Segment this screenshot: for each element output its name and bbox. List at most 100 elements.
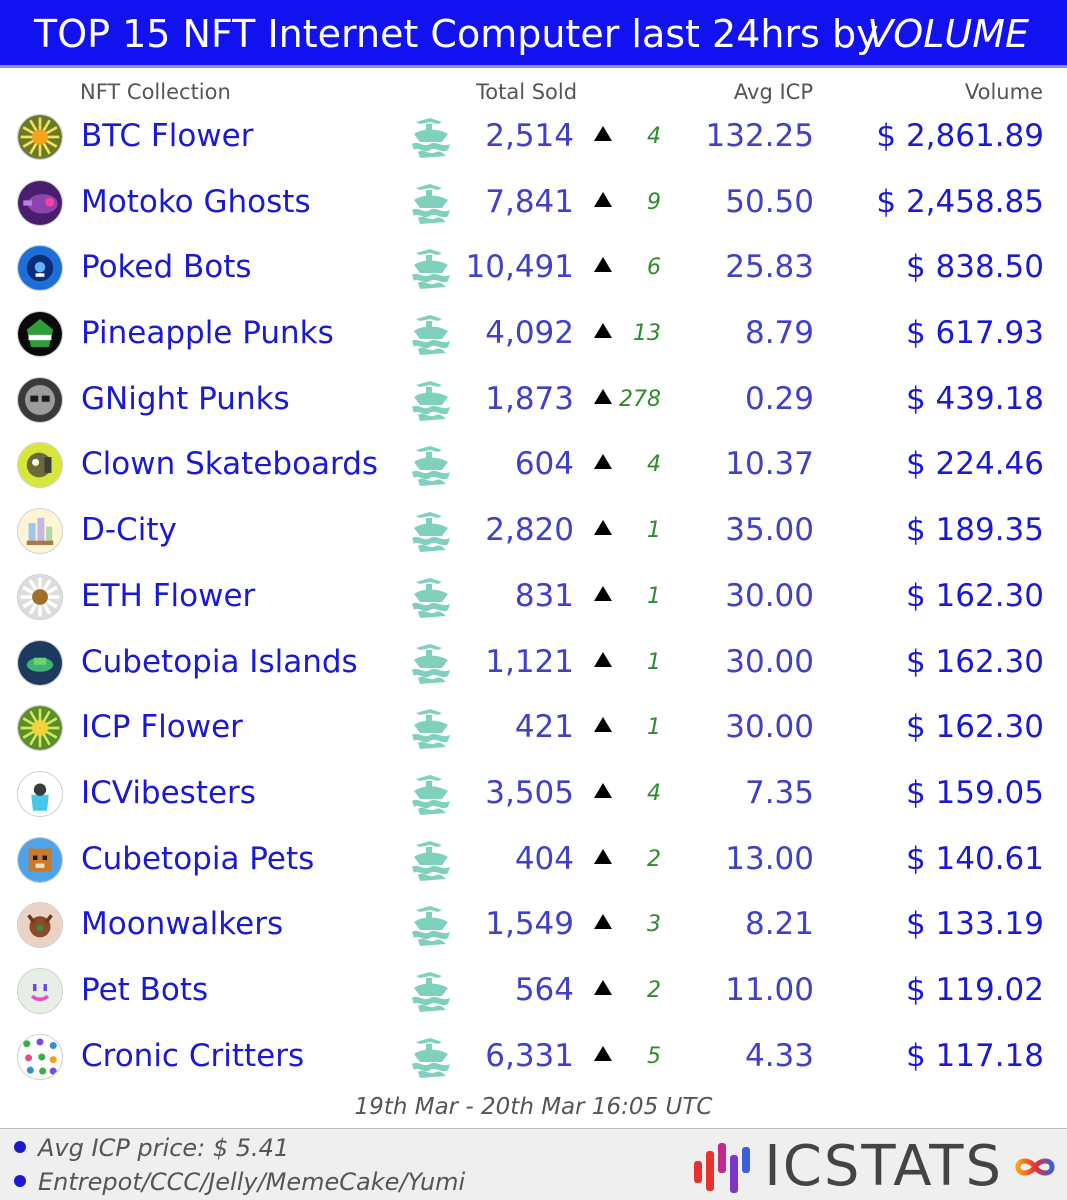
icvibesters-logo-icon [17, 770, 63, 817]
triangle-up-icon [594, 323, 612, 339]
total-sold-value: 1,549 [485, 906, 574, 943]
table-row: Cubetopia Islands 1,121 1 30.00 $ 162.30 [0, 630, 1067, 696]
title-bar: TOP 15 NFT Internet Computer last 24hrs … [0, 0, 1067, 68]
avg-icp-value: 4.33 [744, 1037, 814, 1074]
motoko-ghosts-logo-icon [17, 179, 63, 226]
icp-flower-logo-icon [17, 705, 63, 752]
rank-change-value: 278 [619, 386, 661, 412]
page-title: TOP 15 NFT Internet Computer last 24hrs … [34, 12, 879, 56]
brand-logo: ICSTATS [692, 1137, 1057, 1197]
brand-name: ICSTATS [764, 1134, 1003, 1199]
table-row: D-City 2,820 1 35.00 $ 189.35 [0, 498, 1067, 564]
infinity-icon [1015, 1158, 1055, 1176]
collection-name-link[interactable]: Pineapple Punks [81, 313, 334, 353]
table-row: Moonwalkers 1,549 3 8.21 $ 133.19 [0, 892, 1067, 958]
total-sold-value: 10,491 [465, 249, 574, 286]
entrepot-ship-icon[interactable] [408, 114, 454, 160]
total-sold-value: 404 [514, 840, 574, 877]
avg-icp-value: 30.00 [725, 577, 814, 614]
collection-name-link[interactable]: Moonwalkers [81, 904, 283, 944]
ranking-metric: VOLUME [867, 12, 1029, 56]
avg-icp-value: 11.00 [725, 971, 814, 1008]
total-sold-value: 6,331 [485, 1037, 574, 1074]
collection-name-link[interactable]: Pet Bots [81, 970, 208, 1010]
total-sold-value: 564 [514, 971, 574, 1008]
entrepot-ship-icon[interactable] [408, 574, 454, 620]
volume-value: $ 2,861.89 [876, 118, 1044, 154]
volume-value: $ 617.93 [905, 315, 1044, 352]
entrepot-ship-icon[interactable] [408, 311, 454, 357]
volume-value: $ 162.30 [905, 643, 1044, 680]
volume-value: $ 119.02 [905, 971, 1044, 1008]
entrepot-ship-icon[interactable] [408, 640, 454, 686]
collection-name-link[interactable]: Cubetopia Islands [81, 642, 358, 682]
entrepot-ship-icon[interactable] [408, 902, 454, 948]
table-row: GNight Punks 1,873 278 0.29 $ 439.18 [0, 367, 1067, 433]
rank-change-value: 4 [647, 780, 661, 806]
collection-name-link[interactable]: ICVibesters [81, 773, 256, 813]
avg-icp-value: 10.37 [725, 446, 814, 483]
triangle-up-icon [594, 520, 612, 536]
avg-icp-value: 0.29 [744, 380, 814, 417]
entrepot-ship-icon[interactable] [408, 705, 454, 751]
total-sold-value: 2,820 [485, 512, 574, 549]
total-sold-value: 3,505 [485, 774, 574, 811]
volume-value: $ 133.19 [905, 906, 1044, 943]
total-sold-value: 4,092 [485, 315, 574, 352]
pineapple-punks-logo-icon [17, 311, 63, 358]
entrepot-ship-icon[interactable] [408, 508, 454, 554]
d-city-logo-icon [17, 508, 63, 555]
collection-name-link[interactable]: Poked Bots [81, 247, 252, 287]
collection-name-link[interactable]: Cubetopia Pets [81, 839, 314, 879]
entrepot-ship-icon[interactable] [408, 771, 454, 817]
total-sold-value: 1,873 [485, 380, 574, 417]
entrepot-ship-icon[interactable] [408, 1034, 454, 1080]
table-row: ICP Flower 421 1 30.00 $ 162.30 [0, 695, 1067, 761]
table-row: ICVibesters 3,505 4 7.35 $ 159.05 [0, 761, 1067, 827]
volume-value: $ 439.18 [905, 380, 1044, 417]
cubetopia-islands-logo-icon [17, 639, 63, 686]
table-row: Pineapple Punks 4,092 13 8.79 $ 617.93 [0, 301, 1067, 367]
table-row: Pet Bots 564 2 11.00 $ 119.02 [0, 958, 1067, 1024]
collection-name-link[interactable]: Clown Skateboards [81, 444, 378, 484]
rank-change-value: 1 [647, 649, 661, 675]
rank-change-value: 6 [647, 255, 661, 281]
rank-change-value: 4 [647, 452, 661, 478]
collection-name-link[interactable]: ETH Flower [81, 576, 255, 616]
collection-name-link[interactable]: Cronic Critters [81, 1036, 304, 1076]
rank-change-value: 4 [647, 124, 661, 149]
collection-name-link[interactable]: D-City [81, 510, 177, 550]
collection-name-link[interactable]: BTC Flower [81, 116, 253, 156]
triangle-up-icon [594, 717, 612, 733]
entrepot-ship-icon[interactable] [408, 245, 454, 291]
collection-name-link[interactable]: Motoko Ghosts [81, 182, 311, 222]
table-row: Poked Bots 10,491 6 25.83 $ 838.50 [0, 235, 1067, 301]
triangle-up-icon [594, 782, 612, 798]
collection-name-link[interactable]: ICP Flower [81, 707, 243, 747]
collection-table: BTC Flower 2,514 4 132.25 $ 2,861.89 Motoko G… [0, 104, 1067, 1089]
volume-value: $ 140.61 [905, 840, 1044, 877]
entrepot-ship-icon[interactable] [408, 377, 454, 423]
poked-bots-logo-icon [17, 245, 63, 292]
icstats-bars-icon [694, 1143, 751, 1193]
total-sold-value: 2,514 [485, 118, 574, 154]
collection-name-link[interactable]: GNight Punks [81, 379, 290, 419]
entrepot-ship-icon[interactable] [408, 837, 454, 883]
avg-icp-value: 132.25 [705, 118, 814, 154]
avg-price-line: Avg ICP price: $ 5.41 [14, 1134, 289, 1162]
rank-change-value: 2 [647, 977, 661, 1003]
volume-value: $ 162.30 [905, 709, 1044, 746]
entrepot-ship-icon[interactable] [408, 180, 454, 226]
rank-change-value: 1 [647, 583, 661, 609]
cubetopia-pets-logo-icon [17, 836, 63, 883]
triangle-up-icon [594, 454, 612, 470]
sources-text: Entrepot/CCC/Jelly/MemeCake/Yumi [38, 1168, 466, 1196]
triangle-up-icon [594, 257, 612, 273]
rank-change-value: 1 [647, 715, 661, 741]
avg-icp-value: 8.21 [744, 906, 814, 943]
date-range: 19th Mar - 20th Mar 16:05 UTC [354, 1094, 713, 1120]
triangle-up-icon [594, 585, 612, 601]
entrepot-ship-icon[interactable] [408, 968, 454, 1014]
entrepot-ship-icon[interactable] [408, 442, 454, 488]
eth-flower-logo-icon [17, 573, 63, 620]
